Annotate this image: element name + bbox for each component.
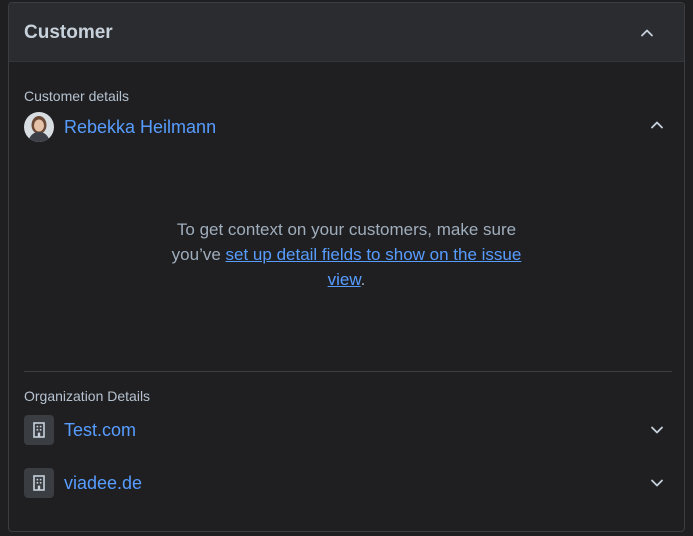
organization-link[interactable]: viadee.de [64, 473, 142, 494]
customer-details-label: Customer details [24, 88, 130, 104]
avatar [24, 112, 54, 142]
organization-details-label: Organization Details [24, 388, 151, 404]
collapse-customer-button[interactable] [647, 115, 667, 135]
customer-row: Rebekka Heilmann [24, 111, 216, 143]
empty-state-suffix: . [360, 270, 366, 289]
collapse-panel-button[interactable] [637, 23, 657, 43]
section-divider [24, 371, 672, 372]
expand-organization-button[interactable] [647, 473, 667, 493]
organization-row: viadee.de [24, 468, 142, 498]
chevron-down-icon [651, 426, 663, 434]
setup-detail-fields-link[interactable]: set up detail fields to show on the issu… [226, 245, 522, 289]
page-background: Customer Customer details Rebekka Heilma… [0, 0, 693, 536]
chevron-down-icon [651, 479, 663, 487]
organization-link[interactable]: Test.com [64, 420, 136, 441]
organization-row: Test.com [24, 415, 136, 445]
chevron-up-icon [651, 121, 663, 129]
building-icon [24, 415, 54, 445]
panel-header[interactable]: Customer [9, 3, 684, 62]
chevron-up-icon [641, 29, 653, 37]
building-icon [24, 468, 54, 498]
customer-name-link[interactable]: Rebekka Heilmann [64, 117, 216, 138]
empty-state-message: To get context on your customers, make s… [154, 217, 539, 292]
expand-organization-button[interactable] [647, 420, 667, 440]
panel-title: Customer [24, 22, 113, 43]
customer-panel: Customer Customer details Rebekka Heilma… [8, 2, 685, 532]
